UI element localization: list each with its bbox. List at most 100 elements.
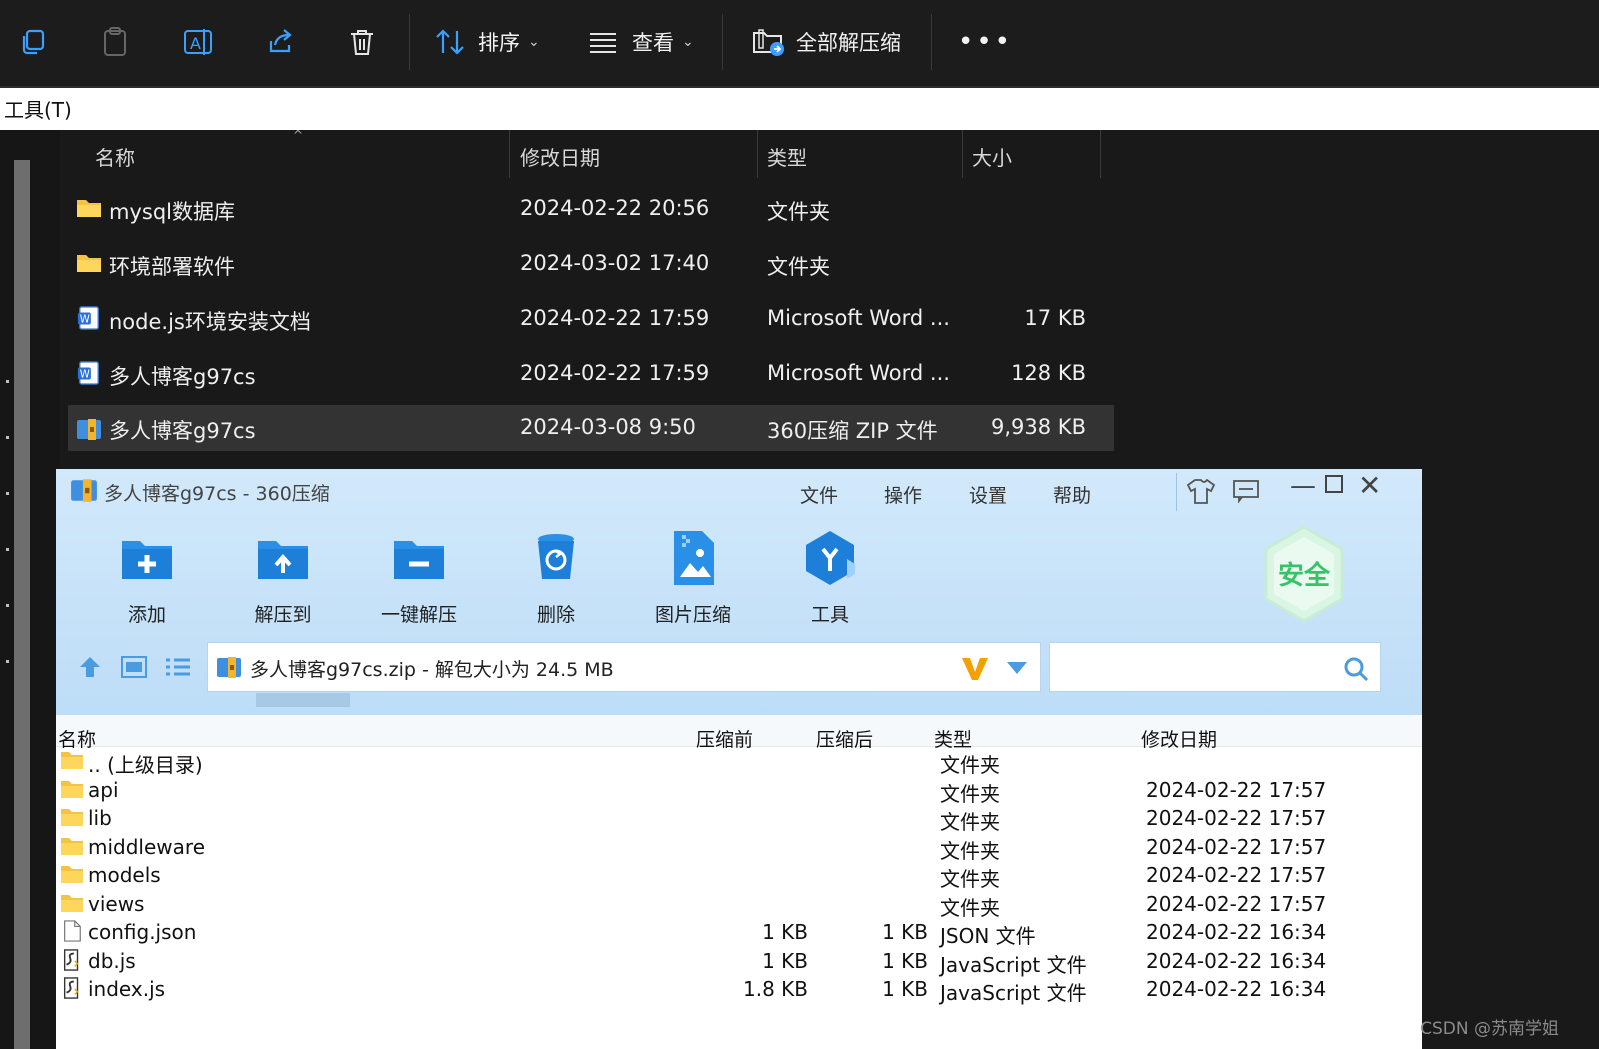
zip-archive-icon bbox=[217, 657, 241, 678]
zip-menu-settings[interactable]: 设置 bbox=[969, 481, 1007, 508]
column-header-type[interactable]: 类型 bbox=[767, 130, 807, 178]
word-doc-icon: W bbox=[77, 361, 99, 385]
share-button[interactable] bbox=[265, 20, 295, 64]
zip-file-name: views bbox=[88, 891, 145, 916]
sort-icon bbox=[436, 29, 464, 55]
zip-file-type: 文件夹 bbox=[940, 895, 1000, 920]
search-icon[interactable] bbox=[1342, 655, 1370, 683]
address-scroll-thumb[interactable] bbox=[256, 693, 350, 707]
folder-icon bbox=[61, 752, 83, 769]
zip-file-row[interactable]: index.js 1.8 KB 1 KB JavaScript 文件 2024-02-2… bbox=[56, 975, 1422, 1005]
tools-hex-icon bbox=[806, 531, 855, 585]
thumbnail-view-icon[interactable] bbox=[120, 655, 148, 679]
tools-menu[interactable]: 工具(T) bbox=[4, 98, 72, 122]
view-button[interactable]: 查看 ⌄ bbox=[588, 20, 694, 64]
file-row[interactable]: W node.js环境安装文档 2024-02-22 17:59 Microso… bbox=[68, 294, 1114, 344]
folder-icon bbox=[61, 866, 83, 883]
extract-all-label: 全部解压缩 bbox=[796, 31, 901, 55]
paste-button[interactable] bbox=[100, 20, 130, 64]
column-header-size[interactable]: 大小 bbox=[972, 130, 1012, 178]
zip-file-name: models bbox=[88, 863, 161, 887]
zip-file-type: 文件夹 bbox=[940, 781, 1000, 806]
add-folder-icon bbox=[122, 541, 172, 579]
watermark-text: CSDN @苏南学姐 bbox=[1420, 1019, 1559, 1039]
zip-search-input[interactable] bbox=[1049, 642, 1381, 692]
one-click-extract-button[interactable]: 一键解压 bbox=[359, 529, 479, 627]
skin-shirt-icon[interactable] bbox=[1186, 477, 1216, 505]
zip-delete-button[interactable]: 删除 bbox=[496, 529, 616, 627]
vip-v-icon[interactable] bbox=[960, 655, 990, 683]
zip-delete-label: 删除 bbox=[536, 604, 575, 626]
zip-file-row[interactable]: middleware 文件夹 2024-02-22 17:57 bbox=[56, 833, 1422, 863]
nav-marker bbox=[6, 436, 9, 439]
file-name: 多人博客g97cs bbox=[109, 365, 256, 389]
address-bar[interactable]: 多人博客g97cs.zip - 解包大小为 24.5 MB bbox=[207, 642, 1041, 692]
zip-file-row[interactable]: config.json 1 KB 1 KB JSON 文件 2024-02-22 16:… bbox=[56, 918, 1422, 948]
column-divider[interactable] bbox=[509, 130, 510, 178]
image-compress-icon bbox=[674, 531, 714, 585]
add-button[interactable]: 添加 bbox=[87, 529, 207, 627]
column-header-name[interactable]: 名称 bbox=[95, 130, 135, 178]
one-click-extract-label: 一键解压 bbox=[380, 604, 457, 626]
maximize-icon[interactable] bbox=[1325, 475, 1343, 493]
rename-button[interactable]: A bbox=[182, 20, 214, 64]
security-badge[interactable]: 安全 bbox=[1262, 525, 1346, 623]
zip-file-after: 1 KB bbox=[882, 977, 928, 1001]
zip-archive-icon bbox=[71, 479, 97, 502]
file-type: 文件夹 bbox=[767, 255, 830, 279]
chevron-down-icon: ⌄ bbox=[528, 34, 540, 50]
sort-label: 排序 bbox=[478, 31, 520, 55]
column-divider[interactable] bbox=[1100, 130, 1101, 178]
zip-file-date: 2024-02-22 17:57 bbox=[1146, 834, 1327, 859]
file-name: mysql数据库 bbox=[109, 200, 235, 224]
delete-button[interactable] bbox=[348, 20, 376, 64]
navigation-scrollbar[interactable] bbox=[14, 160, 30, 1049]
zip-file-row[interactable]: models 文件夹 2024-02-22 17:57 bbox=[56, 861, 1422, 891]
extract-to-button[interactable]: 解压到 bbox=[223, 529, 343, 627]
column-header-date[interactable]: 修改日期 bbox=[520, 130, 600, 178]
feedback-icon[interactable] bbox=[1232, 479, 1260, 503]
copy-button[interactable] bbox=[18, 20, 48, 64]
image-compress-button[interactable]: 图片压缩 bbox=[633, 529, 753, 627]
one-click-extract-icon bbox=[394, 541, 444, 579]
security-badge-label: 安全 bbox=[1277, 561, 1330, 591]
close-icon[interactable]: ✕ bbox=[1358, 469, 1381, 502]
share-icon bbox=[269, 29, 292, 53]
zip-archive-icon bbox=[77, 419, 101, 440]
list-view-icon[interactable] bbox=[164, 655, 192, 679]
zip-file-type: 文件夹 bbox=[940, 810, 1000, 834]
add-label: 添加 bbox=[127, 604, 166, 626]
zip-file-row[interactable]: api 文件夹 2024-02-22 17:57 bbox=[56, 776, 1422, 806]
zip-menu-operate[interactable]: 操作 bbox=[884, 481, 922, 508]
sort-button[interactable]: 排序 ⌄ bbox=[434, 20, 540, 64]
zip-file-row[interactable]: views 文件夹 2024-02-22 17:57 bbox=[56, 890, 1422, 920]
more-options-button[interactable]: ••• bbox=[958, 20, 1013, 64]
extract-all-button[interactable]: 全部解压缩 bbox=[752, 20, 901, 64]
zip-file-name: .. (上级目录) bbox=[88, 753, 203, 777]
dropdown-triangle-icon[interactable] bbox=[1006, 661, 1028, 675]
column-divider[interactable] bbox=[757, 130, 758, 178]
zip-menu-help[interactable]: 帮助 bbox=[1053, 481, 1091, 508]
zip-file-row[interactable]: .. (上级目录) 文件夹 bbox=[56, 747, 1422, 777]
extract-folder-icon bbox=[753, 29, 784, 56]
file-row[interactable]: 环境部署软件 2024-03-02 17:40 文件夹 bbox=[68, 239, 1114, 289]
column-divider[interactable] bbox=[962, 130, 963, 178]
up-arrow-icon[interactable] bbox=[76, 653, 104, 681]
file-icon bbox=[64, 920, 81, 942]
file-row[interactable]: W 多人博客g97cs 2024-02-22 17:59 Microsoft W… bbox=[68, 349, 1114, 399]
zip-file-row[interactable]: lib 文件夹 2024-02-22 17:57 bbox=[56, 804, 1422, 834]
zip-file-before: 1.8 KB bbox=[743, 977, 808, 1001]
file-date: 2024-03-02 17:40 bbox=[520, 251, 710, 275]
file-row-selected[interactable]: 多人博客g97cs 2024-03-08 9:50 360压缩 ZIP 文件 9… bbox=[68, 405, 1114, 451]
zip-file-row[interactable]: db.js 1 KB 1 KB JavaScript 文件 2024-02-22 16:… bbox=[56, 947, 1422, 977]
menu-bar: 工具(T) bbox=[0, 88, 1599, 130]
zip-tools-button[interactable]: 工具 bbox=[770, 529, 890, 627]
minimize-icon[interactable]: — bbox=[1290, 471, 1316, 501]
file-name: 环境部署软件 bbox=[109, 255, 235, 279]
folder-icon bbox=[77, 255, 101, 272]
recycle-bin-icon bbox=[538, 534, 574, 579]
view-icon bbox=[590, 33, 616, 53]
file-type: Microsoft Word ... bbox=[767, 306, 950, 330]
zip-menu-file[interactable]: 文件 bbox=[800, 481, 838, 508]
file-row[interactable]: mysql数据库 2024-02-22 20:56 文件夹 bbox=[68, 184, 1114, 234]
